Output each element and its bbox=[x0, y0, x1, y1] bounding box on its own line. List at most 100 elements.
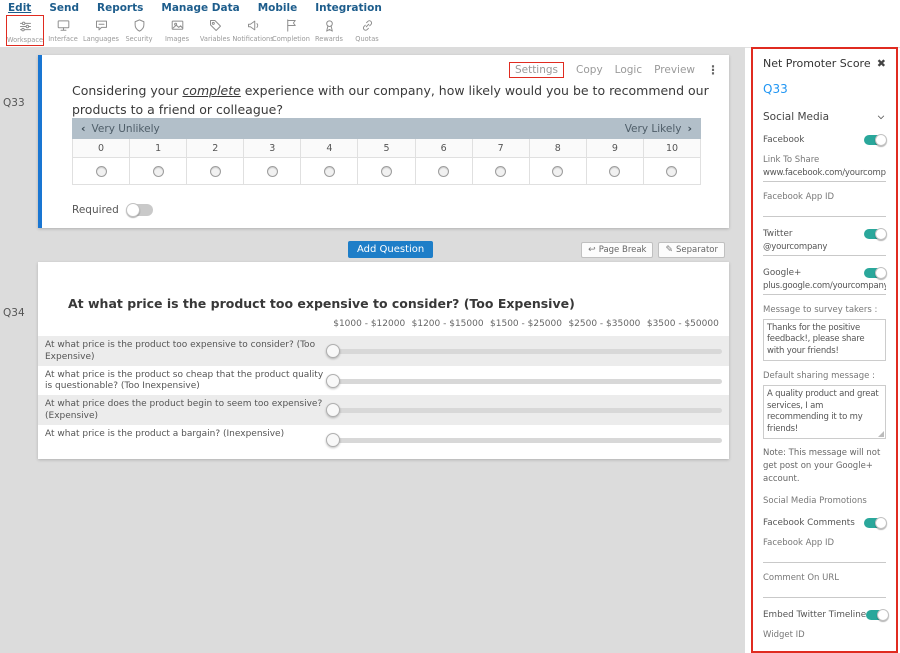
price-slider-track[interactable] bbox=[330, 408, 722, 413]
menu-item-mobile[interactable]: Mobile bbox=[258, 2, 298, 14]
nps-left-label: Very Unlikely bbox=[92, 123, 160, 135]
nps-right-anchor: Very Likely› bbox=[625, 122, 692, 135]
workspace-icon bbox=[18, 18, 33, 35]
toggle-label-embed-twitter-timeline: Embed Twitter Timeline bbox=[763, 610, 866, 620]
toolbar-item-label: Completion bbox=[272, 35, 310, 43]
more-options-icon[interactable]: ⋮ bbox=[707, 63, 719, 77]
menu-item-reports[interactable]: Reports bbox=[97, 2, 143, 14]
price-slider-track[interactable] bbox=[330, 379, 722, 384]
question-text[interactable]: Considering your complete experience wit… bbox=[72, 81, 720, 120]
facebook-app-id-2-input[interactable] bbox=[763, 550, 886, 563]
menu-item-integration[interactable]: Integration bbox=[315, 2, 382, 14]
toolbar-item-label: Quotas bbox=[355, 35, 378, 43]
facebook-toggle[interactable] bbox=[864, 135, 886, 145]
nps-radio-2[interactable] bbox=[210, 166, 221, 177]
facebook-comments-toggle[interactable] bbox=[864, 518, 886, 528]
page-break-icon: ↩ bbox=[588, 245, 596, 255]
google-plus-url[interactable]: plus.google.com/yourcompany bbox=[763, 280, 886, 295]
nps-radio-3[interactable] bbox=[267, 166, 278, 177]
chevron-left-icon: ‹ bbox=[81, 122, 86, 135]
pricing-row: At what price is the product too expensi… bbox=[38, 336, 729, 366]
toolbar-item-label: Languages bbox=[83, 35, 119, 43]
toolbar-item-rewards[interactable]: Rewards bbox=[310, 15, 348, 44]
toggle-row-twitter: Twitter bbox=[763, 229, 886, 239]
page-break-button[interactable]: ↩Page Break bbox=[581, 242, 653, 258]
price-slider-track[interactable] bbox=[330, 438, 722, 443]
section-social-media[interactable]: Social Media bbox=[763, 111, 886, 123]
twitter-toggle[interactable] bbox=[864, 229, 886, 239]
price-column-header: $2500 - $35000 bbox=[565, 319, 643, 329]
nps-radio-4[interactable] bbox=[324, 166, 335, 177]
question-card-q33: Settings Copy Logic Preview ⋮ Considerin… bbox=[38, 55, 729, 228]
nps-left-anchor: ‹ Very Unlikely bbox=[81, 122, 160, 135]
google-plus-toggle[interactable] bbox=[864, 268, 886, 278]
widget-id-input[interactable] bbox=[763, 642, 886, 653]
menu-item-send[interactable]: Send bbox=[49, 2, 79, 14]
nps-radio-0[interactable] bbox=[96, 166, 107, 177]
toggle-knob bbox=[875, 134, 887, 146]
nps-radio-cell-9 bbox=[587, 158, 644, 185]
field-label-facebook-app-id: Facebook App ID bbox=[763, 192, 886, 202]
toolbar-item-variables[interactable]: Variables bbox=[196, 15, 234, 44]
field-label-widget-id: Widget ID bbox=[763, 630, 886, 640]
nps-radio-10[interactable] bbox=[666, 166, 677, 177]
panel-title: Net Promoter Score bbox=[763, 57, 871, 70]
menu-item-edit[interactable]: Edit bbox=[8, 2, 31, 14]
nps-scale-cell-9: 9 bbox=[587, 139, 644, 158]
required-label: Required bbox=[72, 204, 119, 216]
toolbar-item-workspace[interactable]: Workspace bbox=[6, 15, 44, 46]
comment-on-url-input[interactable] bbox=[763, 585, 886, 598]
insert-controls: ↩Page Break ✎Separator bbox=[581, 242, 725, 258]
question-actions: Settings Copy Logic Preview ⋮ bbox=[509, 62, 719, 78]
price-column-header: $1500 - $25000 bbox=[487, 319, 565, 329]
nps-scale: ‹ Very Unlikely Very Likely› 012345678910 bbox=[72, 118, 701, 185]
toolbar-item-quotas[interactable]: Quotas bbox=[348, 15, 386, 44]
price-slider-handle[interactable] bbox=[326, 344, 340, 358]
nps-radio-row bbox=[73, 158, 701, 185]
variables-icon bbox=[208, 17, 223, 34]
question-text-emphasis: complete bbox=[182, 83, 240, 98]
close-icon[interactable]: ✖ bbox=[877, 57, 886, 70]
survey-takers-message[interactable]: Thanks for the positive feedback!, pleas… bbox=[763, 319, 886, 361]
nps-radio-6[interactable] bbox=[438, 166, 449, 177]
settings-button[interactable]: Settings bbox=[509, 62, 564, 78]
separator-label: Separator bbox=[676, 245, 718, 255]
toolbar-item-languages[interactable]: Languages bbox=[82, 15, 120, 44]
nps-radio-1[interactable] bbox=[153, 166, 164, 177]
toolbar-item-images[interactable]: Images bbox=[158, 15, 196, 44]
completion-icon bbox=[284, 17, 299, 34]
nps-scale-cell-10: 10 bbox=[644, 139, 701, 158]
toolbar-item-security[interactable]: Security bbox=[120, 15, 158, 44]
pricing-row: At what price is the product so cheap th… bbox=[38, 366, 729, 396]
twitter-handle[interactable]: @yourcompany bbox=[763, 241, 886, 256]
default-sharing-message-input[interactable]: A quality product and great services, I … bbox=[763, 385, 886, 439]
nps-radio-7[interactable] bbox=[495, 166, 506, 177]
facebook-app-id-input[interactable] bbox=[763, 204, 886, 217]
nps-scale-cell-2: 2 bbox=[187, 139, 244, 158]
separator-button[interactable]: ✎Separator bbox=[658, 242, 725, 258]
price-column-header: $1000 - $12000 bbox=[330, 319, 408, 329]
logic-button[interactable]: Logic bbox=[615, 64, 642, 76]
toolbar-item-interface[interactable]: Interface bbox=[44, 15, 82, 44]
price-slider-track[interactable] bbox=[330, 349, 722, 354]
price-slider-handle[interactable] bbox=[326, 433, 340, 447]
menu-item-manage-data[interactable]: Manage Data bbox=[161, 2, 239, 14]
nps-number-row: 012345678910 bbox=[73, 139, 701, 158]
toolbar-item-completion[interactable]: Completion bbox=[272, 15, 310, 44]
preview-button[interactable]: Preview bbox=[654, 64, 695, 76]
embed-twitter-timeline-toggle[interactable] bbox=[866, 610, 888, 620]
nps-radio-cell-5 bbox=[358, 158, 415, 185]
price-slider-handle[interactable] bbox=[326, 374, 340, 388]
q34-question-title[interactable]: At what price is the product too expensi… bbox=[68, 296, 575, 311]
required-toggle[interactable] bbox=[127, 204, 153, 216]
panel-question-id: Q33 bbox=[763, 82, 886, 96]
toggle-label-facebook: Facebook bbox=[763, 135, 804, 145]
price-slider-handle[interactable] bbox=[326, 403, 340, 417]
nps-radio-9[interactable] bbox=[609, 166, 620, 177]
toolbar-item-notifications[interactable]: Notifications bbox=[234, 15, 272, 44]
copy-button[interactable]: Copy bbox=[576, 64, 603, 76]
facebook-share-url[interactable]: www.facebook.com/yourcompany bbox=[763, 167, 886, 182]
add-question-button[interactable]: Add Question bbox=[348, 241, 433, 258]
nps-radio-5[interactable] bbox=[381, 166, 392, 177]
nps-radio-8[interactable] bbox=[552, 166, 563, 177]
